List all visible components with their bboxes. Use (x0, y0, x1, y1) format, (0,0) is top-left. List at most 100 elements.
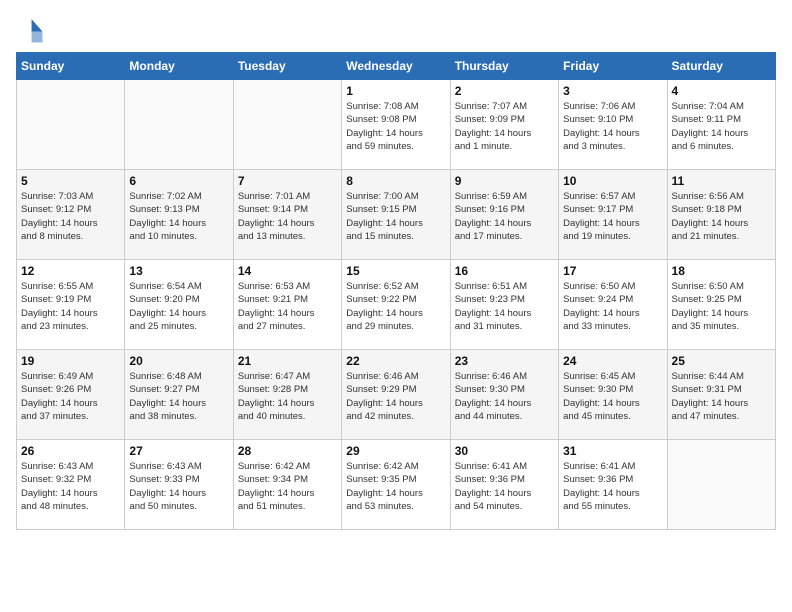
calendar-cell (233, 80, 341, 170)
day-info: Sunrise: 6:51 AMSunset: 9:23 PMDaylight:… (455, 280, 554, 333)
day-info: Sunrise: 6:43 AMSunset: 9:33 PMDaylight:… (129, 460, 228, 513)
calendar-cell: 13Sunrise: 6:54 AMSunset: 9:20 PMDayligh… (125, 260, 233, 350)
day-number: 24 (563, 354, 662, 368)
day-info: Sunrise: 6:48 AMSunset: 9:27 PMDaylight:… (129, 370, 228, 423)
column-header-tuesday: Tuesday (233, 53, 341, 80)
calendar-cell: 7Sunrise: 7:01 AMSunset: 9:14 PMDaylight… (233, 170, 341, 260)
day-number: 28 (238, 444, 337, 458)
day-number: 21 (238, 354, 337, 368)
day-info: Sunrise: 6:59 AMSunset: 9:16 PMDaylight:… (455, 190, 554, 243)
calendar-cell: 27 Sunrise: 6:43 AMSunset: 9:33 PMDayligh… (125, 440, 233, 530)
day-number: 16 (455, 264, 554, 278)
day-info: Sunrise: 6:45 AMSunset: 9:30 PMDaylight:… (563, 370, 662, 423)
calendar-week-5: 26 Sunrise: 6:43 AMSunset: 9:32 PMDayligh… (17, 440, 776, 530)
calendar-cell: 22 Sunrise: 6:46 AMSunset: 9:29 PMDayligh… (342, 350, 450, 440)
calendar-cell: 28 Sunrise: 6:42 AMSunset: 9:34 PMDayligh… (233, 440, 341, 530)
day-info: Sunrise: 7:03 AMSunset: 9:12 PMDaylight:… (21, 190, 120, 243)
day-number: 13 (129, 264, 228, 278)
day-number: 26 (21, 444, 120, 458)
calendar-cell: 8 Sunrise: 7:00 AMSunset: 9:15 PMDaylight… (342, 170, 450, 260)
day-info: Sunrise: 6:57 AMSunset: 9:17 PMDaylight:… (563, 190, 662, 243)
day-info: Sunrise: 7:00 AMSunset: 9:15 PMDaylight:… (346, 190, 445, 243)
day-number: 17 (563, 264, 662, 278)
calendar-cell: 14Sunrise: 6:53 AMSunset: 9:21 PMDayligh… (233, 260, 341, 350)
calendar-week-1: 1Sunrise: 7:08 AMSunset: 9:08 PMDaylight… (17, 80, 776, 170)
day-number: 31 (563, 444, 662, 458)
day-number: 29 (346, 444, 445, 458)
calendar-cell: 6 Sunrise: 7:02 AMSunset: 9:13 PMDaylight… (125, 170, 233, 260)
day-info: Sunrise: 6:50 AMSunset: 9:25 PMDaylight:… (672, 280, 771, 333)
calendar-cell (17, 80, 125, 170)
calendar-cell: 4Sunrise: 7:04 AMSunset: 9:11 PMDaylight… (667, 80, 775, 170)
day-info: Sunrise: 7:07 AMSunset: 9:09 PMDaylight:… (455, 100, 554, 153)
calendar-cell: 25 Sunrise: 6:44 AMSunset: 9:31 PMDayligh… (667, 350, 775, 440)
day-number: 25 (672, 354, 771, 368)
day-info: Sunrise: 6:41 AMSunset: 9:36 PMDaylight:… (563, 460, 662, 513)
day-info: Sunrise: 6:46 AMSunset: 9:29 PMDaylight:… (346, 370, 445, 423)
day-number: 5 (21, 174, 120, 188)
calendar-cell: 20 Sunrise: 6:48 AMSunset: 9:27 PMDayligh… (125, 350, 233, 440)
day-info: Sunrise: 6:47 AMSunset: 9:28 PMDaylight:… (238, 370, 337, 423)
calendar-cell: 10 Sunrise: 6:57 AMSunset: 9:17 PMDayligh… (559, 170, 667, 260)
calendar-cell: 17 Sunrise: 6:50 AMSunset: 9:24 PMDayligh… (559, 260, 667, 350)
calendar-cell: 23Sunrise: 6:46 AMSunset: 9:30 PMDayligh… (450, 350, 558, 440)
calendar-cell: 26 Sunrise: 6:43 AMSunset: 9:32 PMDayligh… (17, 440, 125, 530)
calendar-cell: 2 Sunrise: 7:07 AMSunset: 9:09 PMDaylight… (450, 80, 558, 170)
day-info: Sunrise: 6:46 AMSunset: 9:30 PMDaylight:… (455, 370, 554, 423)
day-info: Sunrise: 6:50 AMSunset: 9:24 PMDaylight:… (563, 280, 662, 333)
day-number: 3 (563, 84, 662, 98)
calendar-cell: 12 Sunrise: 6:55 AMSunset: 9:19 PMDayligh… (17, 260, 125, 350)
day-info: Sunrise: 6:42 AMSunset: 9:35 PMDaylight:… (346, 460, 445, 513)
day-number: 10 (563, 174, 662, 188)
calendar-cell (667, 440, 775, 530)
day-info: Sunrise: 6:52 AMSunset: 9:22 PMDaylight:… (346, 280, 445, 333)
page-header (16, 16, 776, 44)
day-info: Sunrise: 6:42 AMSunset: 9:34 PMDaylight:… (238, 460, 337, 513)
day-info: Sunrise: 7:01 AMSunset: 9:14 PMDaylight:… (238, 190, 337, 243)
column-header-sunday: Sunday (17, 53, 125, 80)
day-number: 4 (672, 84, 771, 98)
day-number: 20 (129, 354, 228, 368)
day-info: Sunrise: 6:49 AMSunset: 9:26 PMDaylight:… (21, 370, 120, 423)
column-header-wednesday: Wednesday (342, 53, 450, 80)
day-info: Sunrise: 6:44 AMSunset: 9:31 PMDaylight:… (672, 370, 771, 423)
calendar-table: SundayMondayTuesdayWednesdayThursdayFrid… (16, 52, 776, 530)
logo (16, 16, 48, 44)
calendar-cell: 30 Sunrise: 6:41 AMSunset: 9:36 PMDayligh… (450, 440, 558, 530)
day-number: 6 (129, 174, 228, 188)
calendar-cell: 24 Sunrise: 6:45 AMSunset: 9:30 PMDayligh… (559, 350, 667, 440)
day-number: 8 (346, 174, 445, 188)
day-number: 11 (672, 174, 771, 188)
calendar-cell: 15Sunrise: 6:52 AMSunset: 9:22 PMDayligh… (342, 260, 450, 350)
day-number: 9 (455, 174, 554, 188)
day-info: Sunrise: 6:55 AMSunset: 9:19 PMDaylight:… (21, 280, 120, 333)
calendar-cell: 16 Sunrise: 6:51 AMSunset: 9:23 PMDayligh… (450, 260, 558, 350)
day-number: 12 (21, 264, 120, 278)
calendar-cell (125, 80, 233, 170)
day-number: 14 (238, 264, 337, 278)
day-number: 27 (129, 444, 228, 458)
day-info: Sunrise: 7:02 AMSunset: 9:13 PMDaylight:… (129, 190, 228, 243)
day-number: 2 (455, 84, 554, 98)
calendar-cell: 11 Sunrise: 6:56 AMSunset: 9:18 PMDayligh… (667, 170, 775, 260)
calendar-cell: 18Sunrise: 6:50 AMSunset: 9:25 PMDayligh… (667, 260, 775, 350)
calendar-cell: 3 Sunrise: 7:06 AMSunset: 9:10 PMDaylight… (559, 80, 667, 170)
day-info: Sunrise: 6:43 AMSunset: 9:32 PMDaylight:… (21, 460, 120, 513)
calendar-cell: 9 Sunrise: 6:59 AMSunset: 9:16 PMDaylight… (450, 170, 558, 260)
day-info: Sunrise: 6:56 AMSunset: 9:18 PMDaylight:… (672, 190, 771, 243)
column-header-monday: Monday (125, 53, 233, 80)
day-number: 1 (346, 84, 445, 98)
calendar-week-4: 19Sunrise: 6:49 AMSunset: 9:26 PMDayligh… (17, 350, 776, 440)
calendar-cell: 31 Sunrise: 6:41 AMSunset: 9:36 PMDayligh… (559, 440, 667, 530)
calendar-cell: 21 Sunrise: 6:47 AMSunset: 9:28 PMDayligh… (233, 350, 341, 440)
day-info: Sunrise: 6:41 AMSunset: 9:36 PMDaylight:… (455, 460, 554, 513)
calendar-cell: 29 Sunrise: 6:42 AMSunset: 9:35 PMDayligh… (342, 440, 450, 530)
day-number: 30 (455, 444, 554, 458)
day-info: Sunrise: 7:06 AMSunset: 9:10 PMDaylight:… (563, 100, 662, 153)
calendar-week-2: 5 Sunrise: 7:03 AMSunset: 9:12 PMDaylight… (17, 170, 776, 260)
calendar-week-3: 12 Sunrise: 6:55 AMSunset: 9:19 PMDayligh… (17, 260, 776, 350)
day-number: 22 (346, 354, 445, 368)
calendar-cell: 5 Sunrise: 7:03 AMSunset: 9:12 PMDaylight… (17, 170, 125, 260)
logo-icon (16, 16, 44, 44)
calendar-cell: 19Sunrise: 6:49 AMSunset: 9:26 PMDayligh… (17, 350, 125, 440)
